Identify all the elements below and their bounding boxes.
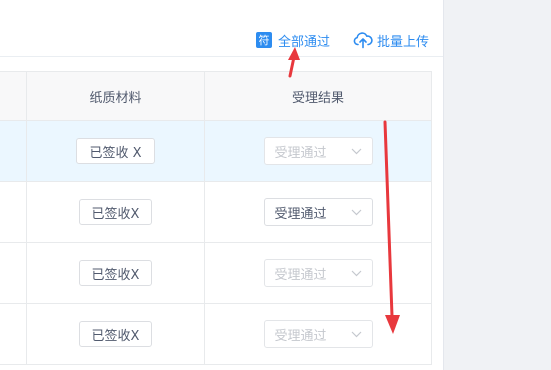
row-cell-first: [0, 304, 27, 364]
approve-all-label: 全部通过: [278, 34, 331, 50]
row-cell-first: [0, 182, 27, 242]
panel-border: [443, 0, 444, 370]
table-row: 已签收X 受理通过: [0, 182, 432, 243]
result-select[interactable]: 受理通过: [263, 320, 373, 348]
signed-material-button[interactable]: 已签收X: [78, 199, 153, 225]
signed-material-button[interactable]: 已签收X: [78, 260, 153, 286]
header-cell-first: [0, 72, 27, 120]
toolbar-divider: [0, 56, 443, 57]
right-gutter: [444, 0, 551, 370]
result-cell: 受理通过: [205, 304, 431, 364]
header-cell-material: 纸质材料: [27, 72, 205, 120]
result-select-value: 受理通过: [274, 145, 327, 161]
result-select[interactable]: 受理通过: [263, 137, 373, 165]
toolbar: 符 全部通过 批量上传: [0, 0, 443, 56]
result-select-value: 受理通过: [274, 206, 327, 222]
table-row: 已签收 X 受理通过: [0, 121, 432, 182]
row-cell-first: [0, 243, 27, 303]
batch-upload-button[interactable]: 批量上传: [353, 30, 429, 50]
row-cell-first: [0, 121, 27, 181]
header-cell-result: 受理结果: [205, 72, 431, 120]
table-header: 纸质材料 受理结果: [0, 72, 432, 121]
approve-all-button[interactable]: 符 全部通过: [256, 30, 330, 50]
data-table: 纸质材料 受理结果 已签收 X 受理通过 已签收X 受理通过 已签收X 受理通过…: [0, 71, 432, 365]
table-row: 已签收X 受理通过: [0, 304, 432, 365]
batch-upload-label: 批量上传: [377, 34, 430, 50]
result-cell: 受理通过: [205, 243, 431, 303]
material-cell: 已签收 X: [27, 121, 205, 181]
result-cell: 受理通过: [205, 182, 431, 242]
header-material-label: 纸质材料: [89, 90, 142, 106]
chevron-down-icon: [351, 270, 361, 276]
chevron-down-icon: [351, 148, 361, 154]
result-select-value: 受理通过: [274, 267, 327, 283]
header-result-label: 受理结果: [291, 90, 344, 106]
result-select[interactable]: 受理通过: [263, 259, 373, 287]
material-cell: 已签收X: [27, 182, 205, 242]
result-select[interactable]: 受理通过: [263, 198, 373, 226]
table-right-border: [431, 71, 432, 365]
material-cell: 已签收X: [27, 304, 205, 364]
table-row: 已签收X 受理通过: [0, 243, 432, 304]
result-select-value: 受理通过: [274, 328, 327, 344]
signed-material-button[interactable]: 已签收 X: [76, 138, 155, 164]
approve-badge-icon: 符: [256, 32, 272, 48]
result-cell: 受理通过: [205, 121, 431, 181]
cloud-upload-icon: [353, 32, 373, 49]
signed-material-button[interactable]: 已签收X: [78, 321, 153, 347]
chevron-down-icon: [351, 209, 361, 215]
material-cell: 已签收X: [27, 243, 205, 303]
chevron-down-icon: [351, 331, 361, 337]
